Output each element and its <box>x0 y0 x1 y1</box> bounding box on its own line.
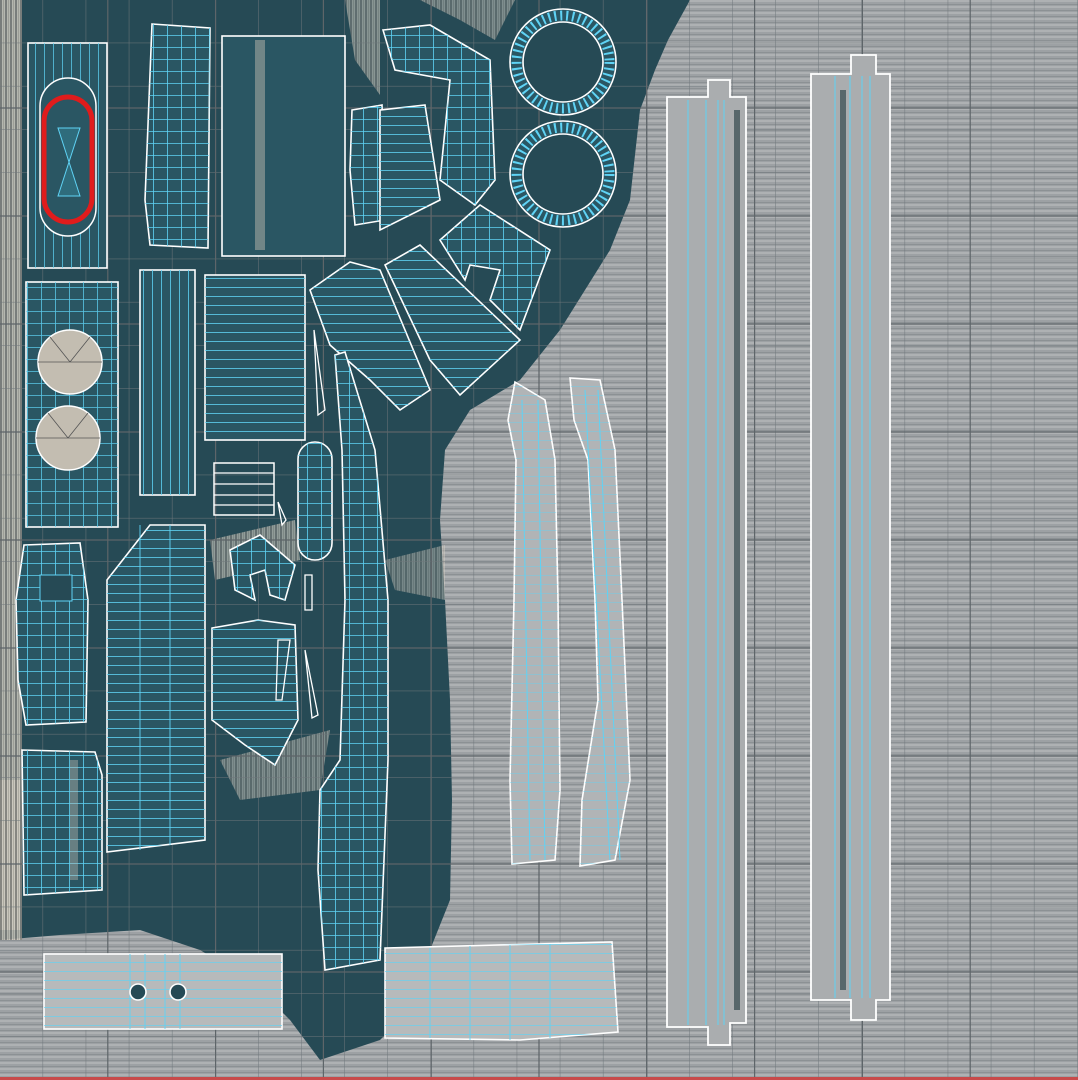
uv-shell-long-strip-2[interactable] <box>810 54 891 1021</box>
uv-shell-pipe-1[interactable] <box>507 380 561 865</box>
uv-shell-16[interactable] <box>297 441 333 561</box>
uv-shell-bottom-2[interactable] <box>384 941 619 1041</box>
uv-shell-bottom-1[interactable] <box>43 953 283 1030</box>
uv-shell-4[interactable] <box>21 749 103 896</box>
uv-shell-2[interactable] <box>25 281 119 528</box>
uv-ring-icon[interactable] <box>509 8 617 116</box>
uv-shell-6[interactable] <box>139 269 196 496</box>
uv-shell-8[interactable] <box>221 35 346 257</box>
uv-shell-5[interactable] <box>144 23 211 249</box>
uv-shell-3[interactable] <box>15 542 89 726</box>
uv-editor-canvas[interactable] <box>0 0 1078 1080</box>
uv-shell-long-strip-1[interactable] <box>666 79 747 1046</box>
uv-ring-2[interactable] <box>509 120 617 228</box>
uv-shell-7[interactable] <box>106 524 206 853</box>
uv-shell-9[interactable] <box>204 274 306 441</box>
